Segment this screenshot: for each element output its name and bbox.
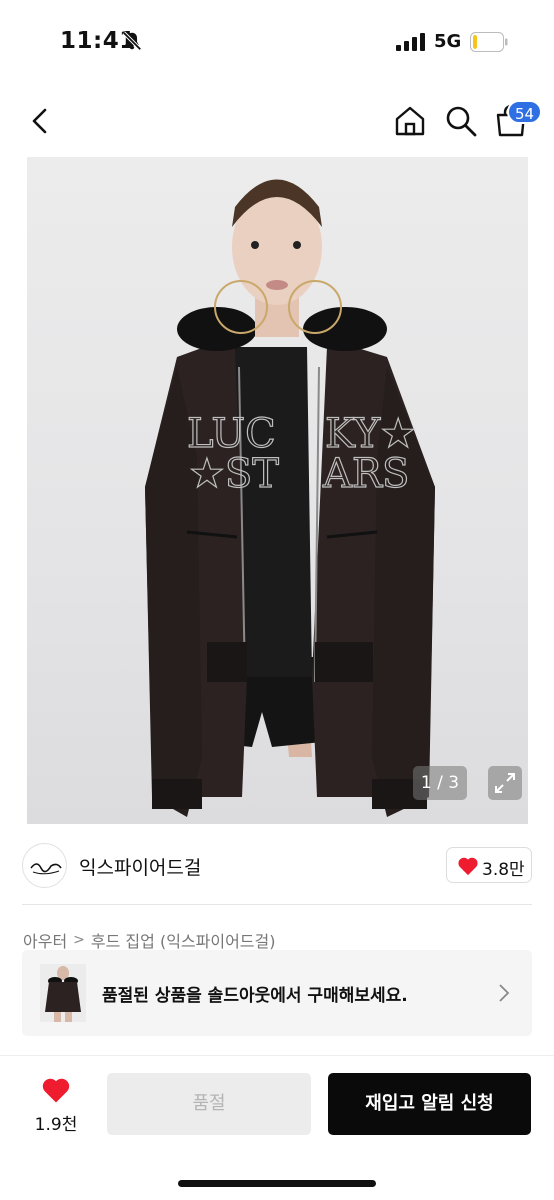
soldout-button[interactable]: 품절 <box>107 1073 311 1135</box>
divider <box>22 904 532 905</box>
restock-notify-button[interactable]: 재입고 알림 신청 <box>328 1073 531 1135</box>
network-type: 5G <box>434 31 462 52</box>
wishlist-count: 1.9천 <box>34 1115 78 1135</box>
product-photo: LUC ★ST KY★ ARS <box>145 179 435 817</box>
back-arrow-icon[interactable] <box>26 106 54 136</box>
search-icon[interactable] <box>444 104 478 138</box>
breadcrumb-category[interactable]: 아우터 <box>23 928 67 952</box>
seller-logo[interactable] <box>22 843 67 888</box>
expand-icon <box>495 773 515 793</box>
seller-name[interactable]: 익스파이어드걸 <box>79 853 201 880</box>
battery-icon <box>470 32 508 52</box>
product-image-carousel[interactable]: LUC ★ST KY★ ARS 1 / 3 <box>27 157 528 824</box>
jacket-thumbnail-image <box>45 966 81 1022</box>
nav-header: 54 <box>0 90 554 150</box>
brand-like-button[interactable]: 3.8만 <box>446 847 532 883</box>
heart-icon <box>42 1078 70 1103</box>
home-indicator[interactable] <box>178 1180 376 1187</box>
breadcrumb-subcategory[interactable]: 후드 집업 (익스파이어드걸) <box>91 928 276 952</box>
image-counter: 1 / 3 <box>413 766 467 800</box>
breadcrumb: 아우터 > 후드 집업 (익스파이어드걸) <box>23 928 275 952</box>
seller-row[interactable]: 익스파이어드걸 3.8만 <box>0 838 554 894</box>
bell-slash-icon <box>122 31 142 51</box>
chevron-right-icon <box>499 984 510 1002</box>
svg-text:★ST: ★ST <box>189 451 279 497</box>
breadcrumb-separator: > <box>73 932 85 948</box>
heart-icon <box>458 857 478 876</box>
bottom-action-bar: 1.9천 품절 재입고 알림 신청 <box>0 1056 554 1200</box>
soldout-marketplace-banner[interactable]: 품절된 상품을 솔드아웃에서 구매해보세요. <box>22 950 532 1036</box>
cellular-signal-icon <box>396 33 425 51</box>
home-icon[interactable] <box>393 104 427 138</box>
cart-count-badge: 54 <box>507 100 543 124</box>
expand-image-button[interactable] <box>488 766 522 800</box>
brand-like-count: 3.8만 <box>482 860 525 880</box>
svg-text:ARS: ARS <box>322 451 409 497</box>
wishlist-button[interactable]: 1.9천 <box>22 1074 90 1136</box>
brand-logo-icon <box>30 863 62 875</box>
banner-thumbnail <box>40 964 86 1022</box>
banner-text: 품절된 상품을 솔드아웃에서 구매해보세요. <box>102 986 408 1006</box>
status-bar: 11:41 5G <box>0 0 554 80</box>
